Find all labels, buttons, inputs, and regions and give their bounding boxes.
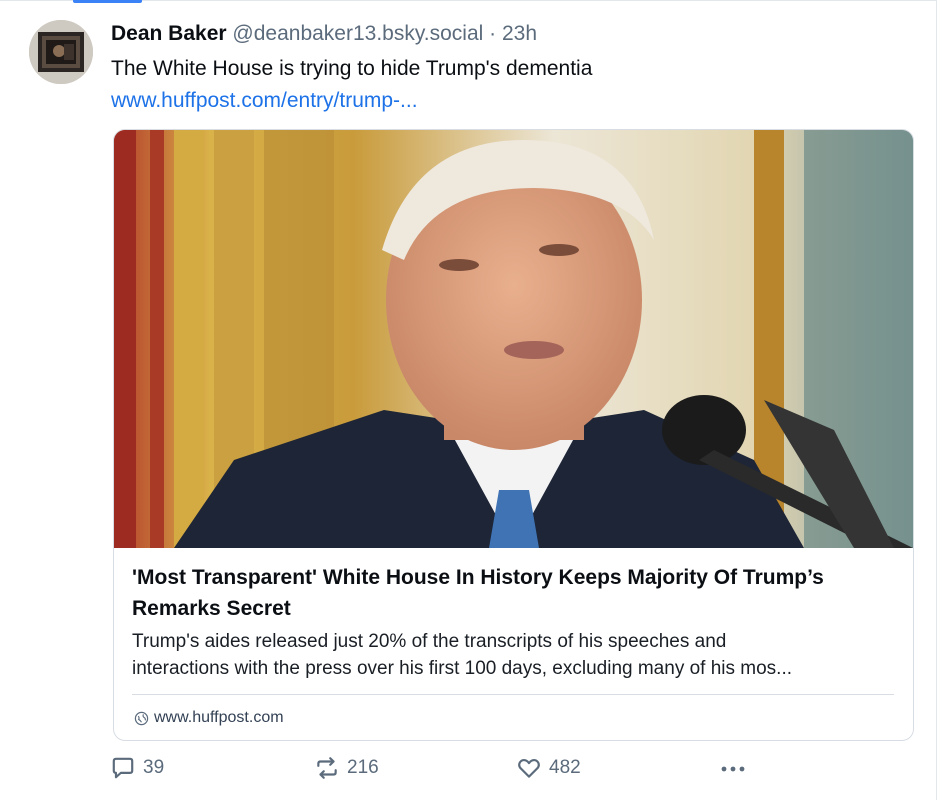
card-domain-row: www.huffpost.com	[134, 707, 284, 729]
post-view: Dean Baker @deanbaker13.bsky.social · 23…	[0, 0, 942, 800]
post-link[interactable]: www.huffpost.com/entry/trump-...	[111, 85, 915, 117]
post-body: Dean Baker @deanbaker13.bsky.social · 23…	[111, 18, 915, 117]
post-text: The White House is trying to hide Trump'…	[111, 57, 593, 80]
card-description-line1: Trump's aides released just 20% of the t…	[132, 631, 727, 652]
more-icon	[721, 766, 745, 772]
repost-count: 216	[347, 757, 379, 778]
time-separator: ·	[489, 22, 497, 45]
reply-button[interactable]: 39	[110, 755, 164, 781]
repost-button[interactable]: 216	[314, 755, 379, 781]
right-border	[936, 0, 937, 800]
post-time[interactable]: 23h	[502, 22, 537, 45]
author-handle[interactable]: @deanbaker13.bsky.social	[232, 22, 483, 45]
avatar-image	[29, 20, 93, 84]
link-preview-card[interactable]: 'Most Transparent' White House In Histor…	[113, 129, 914, 741]
card-divider	[132, 694, 894, 695]
like-count: 482	[549, 757, 581, 778]
post-actions: 39 216 482	[110, 755, 760, 783]
author-name[interactable]: Dean Baker	[111, 22, 227, 45]
repost-icon	[317, 757, 337, 779]
card-domain: www.huffpost.com	[154, 709, 284, 726]
card-title[interactable]: 'Most Transparent' White House In Histor…	[132, 562, 892, 624]
like-button[interactable]: 482	[516, 755, 581, 781]
globe-icon	[134, 711, 149, 725]
more-options-button[interactable]	[718, 757, 748, 781]
heart-icon	[518, 758, 540, 778]
post-header: Dean Baker @deanbaker13.bsky.social · 23…	[111, 18, 915, 50]
card-description-line2: interactions with the press over his fir…	[132, 658, 793, 679]
reply-count: 39	[143, 757, 165, 778]
reply-icon	[112, 757, 134, 779]
active-tab-indicator	[73, 0, 142, 3]
card-description: Trump's aides released just 20% of the t…	[132, 628, 896, 682]
card-image	[114, 130, 913, 548]
avatar[interactable]	[29, 20, 93, 84]
